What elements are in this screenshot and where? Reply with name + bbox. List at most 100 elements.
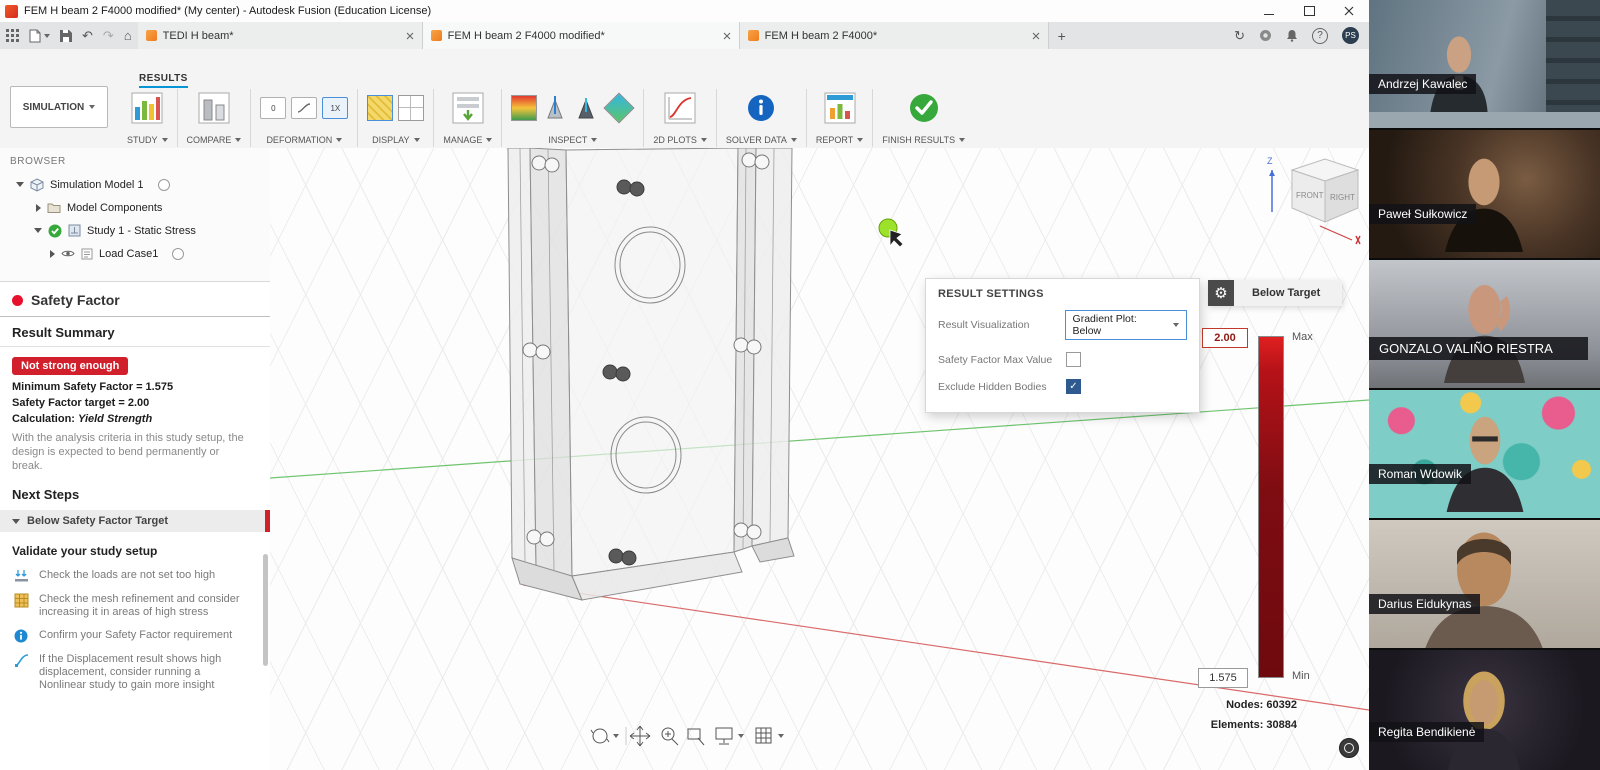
summary-paragraph: With the analysis criteria in this study… [12,431,244,473]
toolbar-group-study[interactable]: STUDY [118,87,177,145]
participant-video-5[interactable]: Darius Eidukynas [1369,520,1600,650]
toolbar-group-manage[interactable]: MANAGE [434,87,501,145]
document-tab-2-active[interactable]: FEM H beam 2 F4000 modified* [423,22,740,49]
tree-item-label: Load Case1 [99,248,158,260]
z-axis-label: Z [1267,156,1273,166]
document-tab-3[interactable]: FEM H beam 2 F4000* [740,22,1049,49]
workspace-label: SIMULATION [23,102,84,113]
maximize-button[interactable] [1289,0,1329,22]
home-icon[interactable]: ⌂ [124,28,132,43]
inspect-legend-icon[interactable] [511,95,537,121]
legend-max-value-field[interactable]: 2.00 [1202,328,1248,348]
zoom-icon[interactable] [662,728,678,745]
tree-item-study[interactable]: Study 1 - Static Stress [0,219,270,242]
visibility-eye-icon[interactable] [61,249,75,258]
display-shaded-icon[interactable] [367,95,393,121]
titlebar: FEM H beam 2 F4000 modified* (My center)… [0,0,1369,23]
inspect-probe-icon[interactable] [542,95,568,121]
deformation-scaled-button[interactable]: 1X [322,97,348,119]
participant-video-4[interactable]: Roman Wdowik [1369,390,1600,520]
tab-label: FEM H beam 2 F4000 modified* [448,30,605,42]
help-icon[interactable]: ? [1312,28,1328,44]
app-grid-icon[interactable] [6,29,19,42]
caret-icon [857,138,863,142]
legend-min-value-field[interactable]: 1.575 [1198,668,1248,688]
toolbar-group-2d-plots[interactable]: 2D PLOTS [644,87,716,145]
close-button[interactable] [1329,0,1369,22]
screen: FEM H beam 2 F4000 modified* (My center)… [0,0,1600,770]
tree-item-model-components[interactable]: Model Components [0,196,270,219]
tab-close-icon[interactable] [406,32,414,40]
ribbon-context-tab[interactable]: RESULTS [139,73,188,88]
visualization-dropdown[interactable]: Gradient Plot: Below [1065,310,1187,340]
result-summary-header: Result Summary [0,317,270,347]
orbit-caret-icon[interactable] [613,734,619,738]
tab-close-icon[interactable] [1032,32,1040,40]
new-tab-button[interactable]: + [1049,22,1075,49]
toolbar-group-compare[interactable]: COMPARE [178,87,251,145]
expand-icon[interactable] [16,182,24,187]
inspect-section-icon[interactable] [573,95,599,121]
participant-video-3[interactable]: GONZALO VALIÑO RIESTRA [1369,260,1600,390]
toolbar-group-finish-results[interactable]: FINISH RESULTS [873,87,974,145]
view-cube[interactable]: Z FRONT RIGHT [1262,150,1367,255]
zoom-window-icon[interactable] [688,729,704,745]
below-target-section[interactable]: Below Safety Factor Target [0,510,270,532]
result-settings-dialog: RESULT SETTINGS Result Visualization Gra… [925,278,1200,413]
document-tab-1[interactable]: TEDI H beam* [138,22,423,49]
background-desk [1369,112,1600,128]
participant-video-6[interactable]: Regita Bendikienė [1369,650,1600,770]
pan-icon[interactable] [630,726,650,746]
grid-caret-icon[interactable] [778,734,784,738]
extensions-icon[interactable] [1259,29,1272,42]
inspect-surface-icon[interactable] [604,92,635,123]
study-status-check-icon [48,224,62,238]
expand-icon[interactable] [34,228,42,233]
view-navigation-bar [588,723,808,749]
activate-radio[interactable] [172,248,184,260]
redo-icon[interactable]: ↷ [103,28,114,44]
tree-item-simulation-model[interactable]: Simulation Model 1 [0,173,270,196]
tab-close-icon[interactable] [723,32,731,40]
save-icon[interactable] [60,30,72,42]
display-mesh-icon[interactable] [398,95,424,121]
viewcube-front-label: FRONT [1296,191,1324,200]
undo-icon[interactable]: ↶ [82,28,93,44]
notifications-bell-icon[interactable] [1286,29,1298,42]
display-caret-icon[interactable] [738,734,744,738]
collapse-icon[interactable] [50,250,55,258]
grid-settings-icon[interactable] [756,728,771,743]
tree-item-load-case[interactable]: Load Case1 [0,242,270,265]
deformation-none-button[interactable]: 0 [260,97,286,119]
caret-icon [701,138,707,142]
check-text: Confirm your Safety Factor requirement [39,629,244,643]
activate-radio[interactable] [158,179,170,191]
user-avatar[interactable]: PS [1342,27,1359,44]
toolbar-group-solver-data[interactable]: SOLVER DATA [717,87,806,145]
assistant-bubble-button[interactable] [1339,738,1359,758]
minimize-button[interactable] [1249,0,1289,22]
display-settings-icon[interactable] [716,728,732,744]
caret-icon [89,105,95,109]
workspace-selector[interactable]: SIMULATION [10,86,108,128]
participant-video-1[interactable]: Andrzej Kawalec [1369,0,1600,130]
status-badge: Not strong enough [12,357,128,375]
deformation-actual-button[interactable] [291,97,317,119]
job-status-icon[interactable]: ↻ [1234,28,1245,44]
x-axis-icon [1320,226,1352,240]
file-menu-icon[interactable] [29,29,50,43]
3d-viewport[interactable]: Z FRONT RIGHT RESULT SETTINGS Result Vis… [270,148,1369,770]
toolbar-group-inspect[interactable]: INSPECT [502,87,643,145]
panel-scrollbar[interactable] [263,554,268,666]
calculation-label: Calculation: [12,413,75,425]
toolbar-group-deformation[interactable]: 0 1X DEFORMATION [251,87,357,145]
collapse-icon[interactable] [36,204,41,212]
max-value-checkbox[interactable] [1066,352,1081,367]
caret-icon [486,138,492,142]
orbit-icon[interactable] [591,729,609,743]
exclude-hidden-checkbox[interactable]: ✓ [1066,379,1081,394]
participant-video-2[interactable]: Paweł Sułkowicz [1369,130,1600,260]
toolbar-group-display[interactable]: DISPLAY [358,87,433,145]
toolbar-group-report[interactable]: REPORT [807,87,872,145]
gear-icon[interactable]: ⚙ [1208,280,1234,306]
